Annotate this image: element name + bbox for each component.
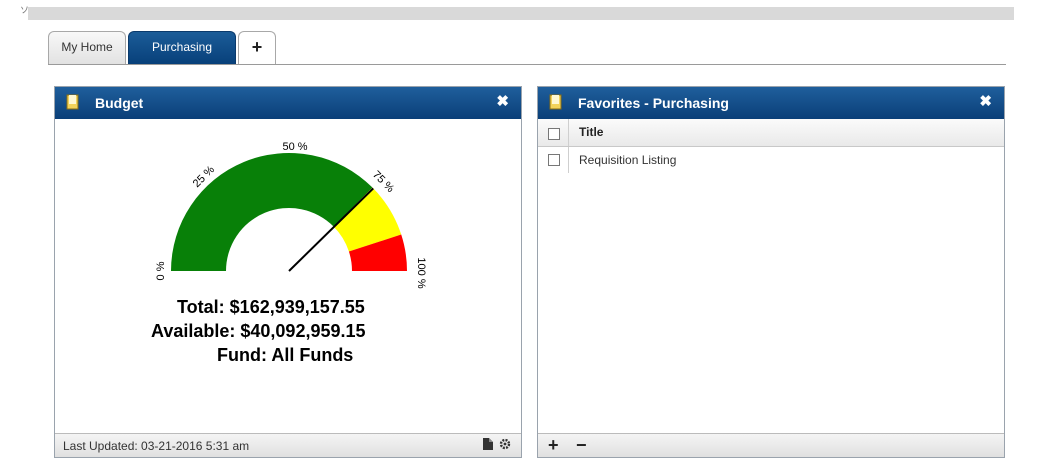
- gauge-label-100: 100 %: [415, 257, 427, 288]
- select-all-checkbox[interactable]: [548, 128, 560, 140]
- tab-bar: My Home Purchasing +: [48, 31, 1006, 65]
- top-scroll-bar[interactable]: [28, 7, 1014, 20]
- book-icon: [549, 94, 562, 110]
- total-label: Total:: [177, 297, 225, 317]
- favorites-footer: + −: [538, 433, 1004, 457]
- budget-panel: Budget ✖ 0 % 25 % 50 % 75 % 100 % Total:…: [54, 86, 522, 458]
- fund-label: Fund:: [217, 345, 267, 365]
- budget-gauge: 0 % 25 % 50 % 75 % 100 %: [155, 141, 427, 289]
- column-divider: [568, 119, 569, 146]
- column-divider: [568, 147, 569, 173]
- close-icon[interactable]: ✖: [496, 92, 509, 110]
- gear-icon[interactable]: [499, 438, 511, 450]
- table-row[interactable]: Requisition Listing: [538, 147, 1004, 173]
- document-icon[interactable]: [483, 438, 493, 450]
- favorites-title: Favorites - Purchasing: [578, 95, 729, 111]
- gauge-label-0: 0 %: [155, 261, 167, 280]
- tab-my-home[interactable]: My Home: [48, 31, 126, 64]
- tab-purchasing[interactable]: Purchasing: [128, 31, 236, 64]
- favorites-panel-header[interactable]: Favorites - Purchasing ✖: [538, 87, 1004, 119]
- requisition-listing-link[interactable]: Requisition Listing: [579, 153, 676, 167]
- close-icon[interactable]: ✖: [979, 92, 992, 110]
- available-value: $40,092,959.15: [240, 321, 366, 341]
- add-tab-button[interactable]: +: [238, 31, 276, 64]
- budget-panel-header[interactable]: Budget ✖: [55, 87, 521, 119]
- remove-favorite-button[interactable]: −: [576, 435, 587, 456]
- book-icon: [66, 94, 79, 110]
- gauge-label-50: 50 %: [282, 141, 307, 153]
- add-favorite-button[interactable]: +: [548, 435, 559, 456]
- favorites-table-header: Title: [538, 119, 1004, 147]
- total-value: $162,939,157.55: [229, 297, 365, 317]
- favorites-panel: Favorites - Purchasing ✖ Title Requisiti…: [537, 86, 1005, 458]
- available-row: Available: $40,092,959.15: [151, 321, 366, 342]
- last-updated-text: Last Updated: 03-21-2016 5:31 am: [63, 439, 250, 453]
- row-checkbox[interactable]: [548, 154, 560, 166]
- budget-footer: Last Updated: 03-21-2016 5:31 am: [55, 433, 521, 457]
- column-title[interactable]: Title: [579, 125, 603, 139]
- total-row: Total: $162,939,157.55: [177, 297, 365, 318]
- fund-value: All Funds: [271, 345, 354, 365]
- available-label: Available:: [151, 321, 236, 341]
- budget-title: Budget: [95, 95, 144, 111]
- fund-row: Fund: All Funds: [217, 345, 353, 366]
